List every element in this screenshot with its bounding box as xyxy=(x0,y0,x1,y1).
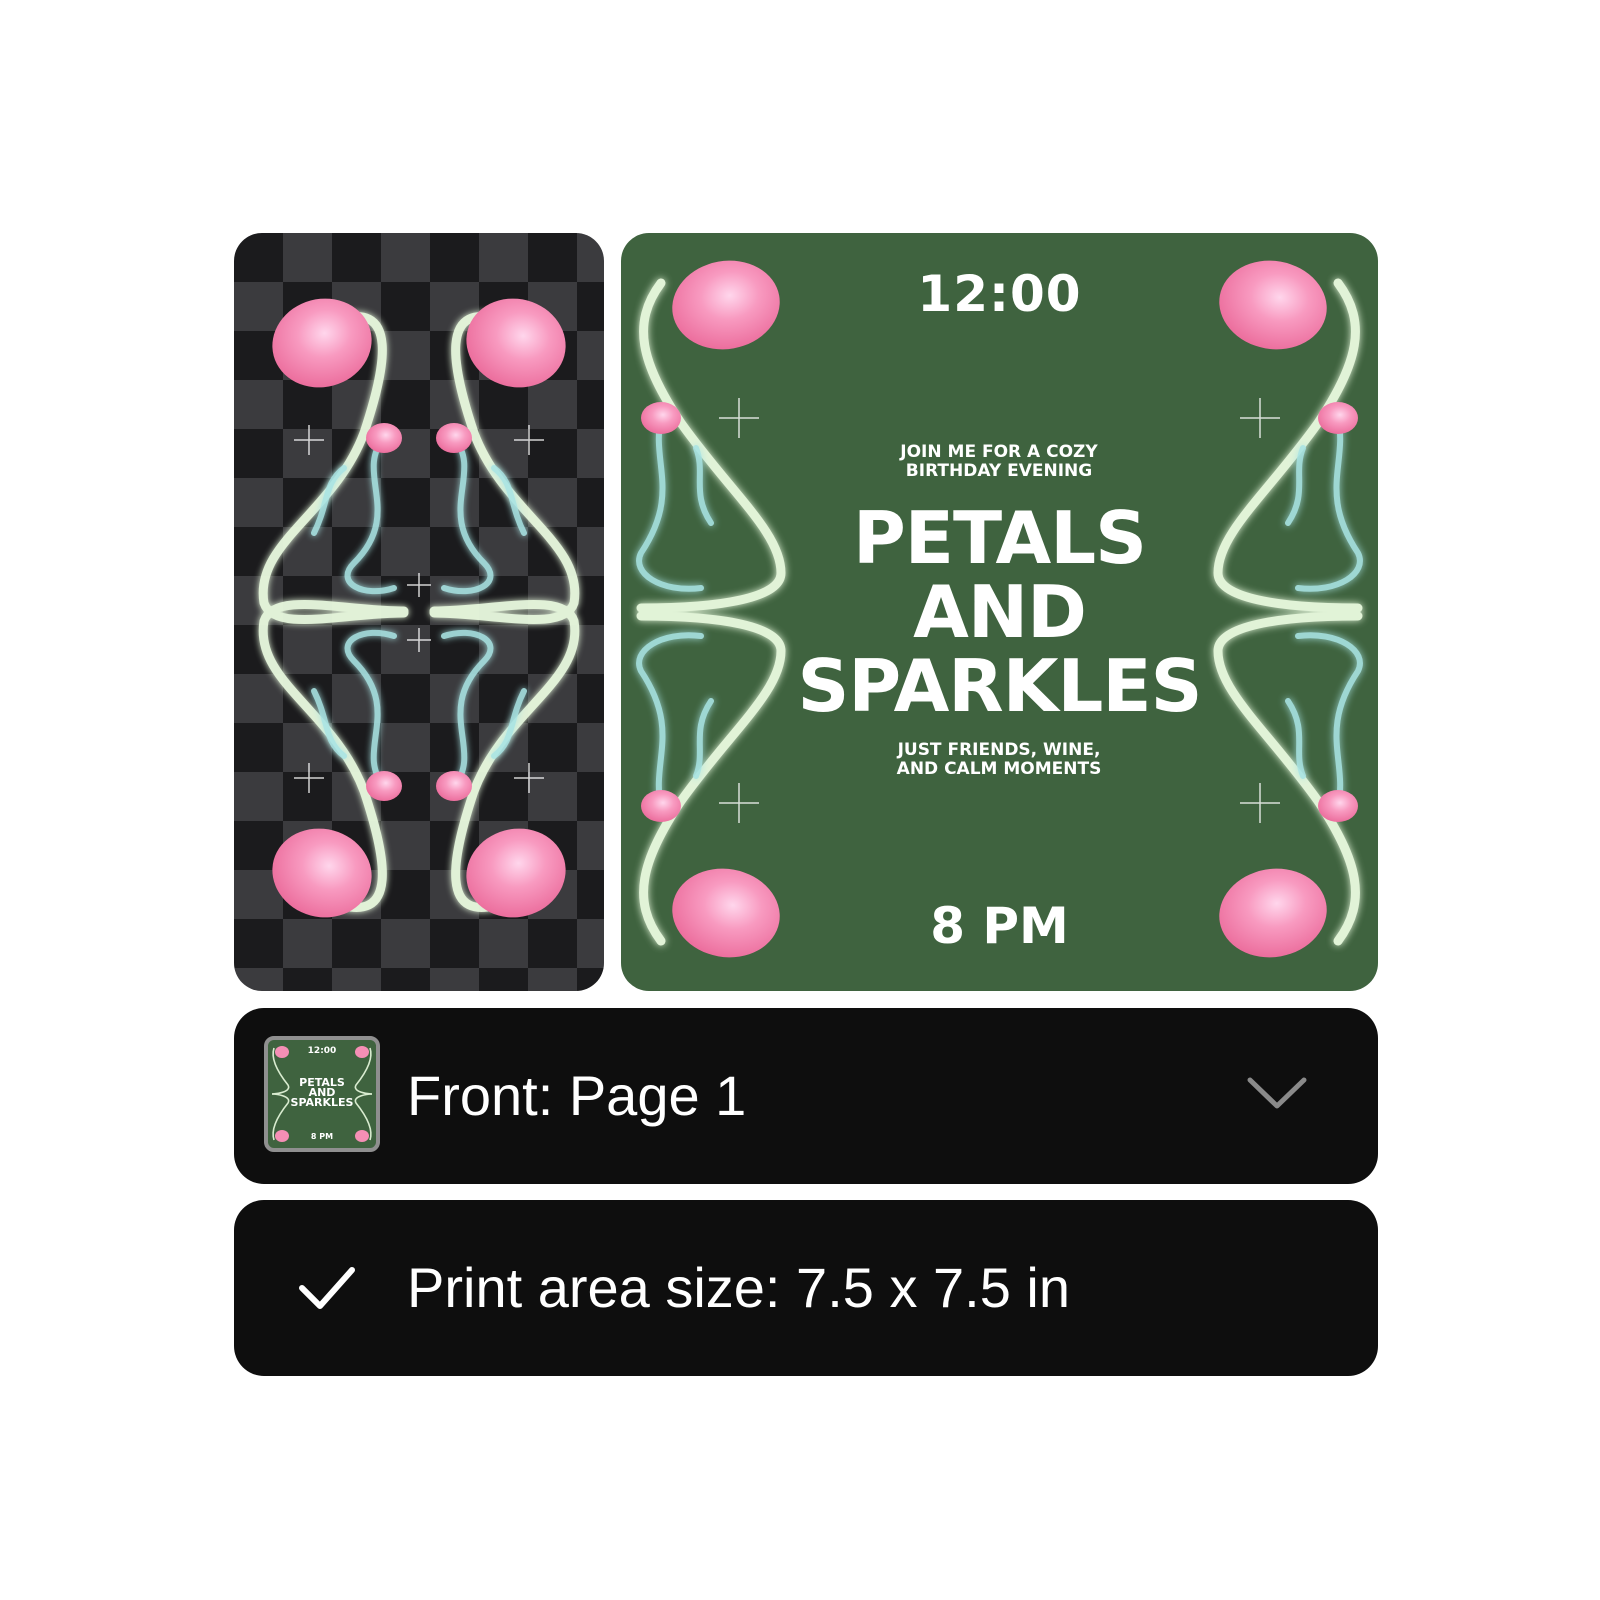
print-customizer: 12:00 JOIN ME FOR A COZY BIRTHDAY EVENIN… xyxy=(0,0,1600,1600)
event-time-top: 12:00 xyxy=(917,265,1082,323)
thumbnail-time: 12:00 xyxy=(307,1046,337,1056)
title-line-1: PETALS xyxy=(853,496,1147,580)
front-preview-card[interactable]: 12:00 JOIN ME FOR A COZY BIRTHDAY EVENIN… xyxy=(621,233,1378,991)
print-area-info: Print area size: 7.5 x 7.5 in xyxy=(234,1200,1378,1376)
intro-line-2: BIRTHDAY EVENING xyxy=(905,461,1093,481)
title-line-2: AND xyxy=(913,570,1087,654)
page-selector-label: Front: Page 1 xyxy=(407,1064,747,1127)
thumbnail-time-bottom: 8 PM xyxy=(310,1132,334,1141)
page-thumbnail: 12:00 PETALS AND SPARKLES 8 PM xyxy=(264,1036,380,1152)
floral-ornament-art xyxy=(258,298,580,918)
thumbnail-title-line-3: SPARKLES xyxy=(290,1096,354,1109)
intro-line-1: JOIN ME FOR A COZY xyxy=(900,442,1098,462)
back-preview-card[interactable] xyxy=(234,233,604,991)
chevron-down-icon[interactable] xyxy=(1244,1068,1310,1118)
event-title: PETALS AND SPARKLES xyxy=(621,501,1378,723)
details-line-2: AND CALM MOMENTS xyxy=(896,759,1102,779)
intro-text: JOIN ME FOR A COZY BIRTHDAY EVENING xyxy=(869,443,1129,481)
details-line-1: JUST FRIENDS, WINE, xyxy=(897,740,1101,760)
event-time-bottom: 8 PM xyxy=(930,897,1069,955)
thumbnail-title: PETALS AND SPARKLES xyxy=(268,1077,376,1109)
print-area-label: Print area size: 7.5 x 7.5 in xyxy=(407,1256,1071,1319)
page-selector-dropdown[interactable]: 12:00 PETALS AND SPARKLES 8 PM Front: Pa… xyxy=(234,1008,1378,1184)
checkmark-icon xyxy=(299,1267,355,1309)
details-text: JUST FRIENDS, WINE, AND CALM MOMENTS xyxy=(869,741,1129,779)
title-line-3: SPARKLES xyxy=(797,644,1203,728)
